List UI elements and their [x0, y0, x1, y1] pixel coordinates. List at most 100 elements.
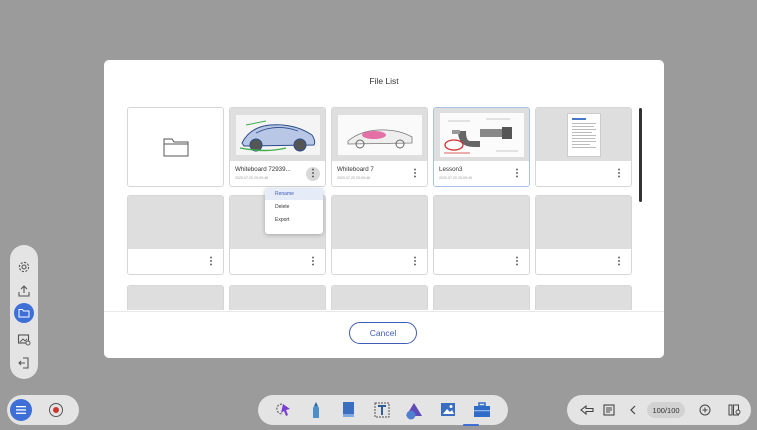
- preview-icon: [728, 404, 741, 416]
- file-thumbnail: [434, 196, 529, 249]
- more-options-button[interactable]: ⋮: [408, 167, 422, 181]
- file-thumbnail: [536, 196, 631, 249]
- file-name: Whiteboard 72939...: [235, 166, 291, 173]
- file-info: ⋮: [128, 249, 223, 274]
- file-info: ⋮: [536, 249, 631, 274]
- image-insert-icon: [441, 403, 455, 416]
- more-options-button[interactable]: ⋮: [612, 167, 626, 181]
- menu-item-rename[interactable]: Rename: [265, 188, 323, 200]
- file-tile[interactable]: ⋮: [535, 195, 632, 275]
- folder-tile[interactable]: [127, 107, 224, 187]
- previous-page-button[interactable]: [623, 400, 643, 420]
- eraser-tool[interactable]: [336, 399, 360, 421]
- file-thumbnail: [332, 286, 427, 310]
- back-arrow-icon: [580, 404, 594, 416]
- file-info: Lesson3 2020.07.20 20:09:45 ⋮: [434, 161, 529, 186]
- file-tile[interactable]: [229, 285, 326, 310]
- drawing-toolbar: [258, 395, 508, 425]
- file-tile[interactable]: ⋮: [127, 195, 224, 275]
- document-thumbnail: [566, 112, 601, 157]
- more-options-button[interactable]: ⋮: [510, 255, 524, 269]
- file-thumbnail: [230, 108, 325, 161]
- file-context-menu: Rename Delete Export: [265, 188, 323, 234]
- lasso-icon: [276, 403, 290, 416]
- image-settings-button[interactable]: [14, 329, 34, 349]
- file-grid: Whiteboard 72939... 2020.07.20 20:09:48 …: [126, 106, 636, 310]
- shapes-icon: [406, 403, 422, 420]
- file-thumbnail: [128, 286, 223, 310]
- add-page-button[interactable]: [695, 400, 715, 420]
- file-tile[interactable]: Whiteboard 72939... 2020.07.20 20:09:48 …: [229, 107, 326, 187]
- dialog-title: File List: [369, 76, 399, 86]
- file-info: ⋮: [434, 249, 529, 274]
- text-tool[interactable]: [370, 399, 394, 421]
- file-tile[interactable]: Whiteboard 7 2020.07.20 20:09:46 ⋮: [331, 107, 428, 187]
- file-tile[interactable]: ⋮: [535, 107, 632, 187]
- more-options-button[interactable]: ⋮: [204, 255, 218, 269]
- file-name: Lesson3: [439, 166, 463, 173]
- file-info: ⋮: [536, 161, 631, 186]
- menu-icon: [16, 406, 26, 414]
- folder-thumb: [128, 108, 223, 186]
- file-thumbnail: [434, 286, 529, 310]
- active-tool-indicator: [463, 424, 479, 426]
- record-button[interactable]: [49, 403, 63, 417]
- file-list-button[interactable]: [14, 303, 34, 323]
- settings-button[interactable]: [14, 257, 34, 277]
- file-thumbnail: [536, 286, 631, 310]
- file-tile[interactable]: Lesson3 2020.07.20 20:09:45 ⋮: [433, 107, 530, 187]
- preview-button[interactable]: [725, 400, 745, 420]
- page-navigation: 100/100: [567, 395, 751, 425]
- toolbox-icon: [474, 402, 490, 417]
- more-options-button[interactable]: ⋮: [612, 255, 626, 269]
- text-icon: [374, 402, 390, 418]
- eraser-icon: [343, 402, 354, 417]
- bottom-left-controls: [7, 395, 79, 425]
- cancel-button[interactable]: Cancel: [349, 322, 417, 344]
- pen-tool[interactable]: [304, 399, 328, 421]
- toolbox-tool[interactable]: [470, 399, 494, 421]
- menu-item-delete[interactable]: Delete: [265, 201, 323, 213]
- main-menu-button[interactable]: [10, 399, 32, 421]
- pen-icon: [313, 402, 319, 418]
- file-info: Whiteboard 7 2020.07.20 20:09:46 ⋮: [332, 161, 427, 186]
- shape-tool[interactable]: [402, 399, 426, 421]
- file-date: 2020.07.20 20:09:48: [235, 176, 268, 180]
- file-name: Whiteboard 7: [337, 166, 374, 173]
- file-thumbnail: [536, 108, 631, 161]
- file-info: ⋮: [332, 249, 427, 274]
- car-drawing-thumbnail: [337, 114, 422, 155]
- file-thumbnail: [434, 108, 529, 161]
- car-sketch-thumbnail: [235, 114, 320, 155]
- folder-icon: [18, 309, 30, 318]
- exit-icon: [18, 357, 29, 369]
- file-tile[interactable]: ⋮: [433, 195, 530, 275]
- undo-button[interactable]: [577, 400, 597, 420]
- file-list-scrollbar[interactable]: [639, 108, 642, 202]
- dialog-divider: [104, 311, 664, 312]
- upload-button[interactable]: [14, 281, 34, 301]
- file-tile[interactable]: [535, 285, 632, 310]
- record-icon: [53, 407, 59, 413]
- file-tile[interactable]: [433, 285, 530, 310]
- chevron-left-icon: [630, 405, 636, 415]
- file-date: 2020.07.20 20:09:46: [337, 176, 370, 180]
- file-tile[interactable]: [331, 285, 428, 310]
- file-tile[interactable]: [127, 285, 224, 310]
- page-list-button[interactable]: [599, 400, 619, 420]
- exit-button[interactable]: [14, 353, 34, 373]
- more-options-button[interactable]: ⋮: [306, 255, 320, 269]
- insert-image-tool[interactable]: [436, 399, 460, 421]
- file-thumbnail: [230, 286, 325, 310]
- upload-icon: [18, 285, 30, 297]
- page-list-icon: [603, 404, 615, 416]
- more-options-button[interactable]: ⋮: [408, 255, 422, 269]
- micrometer-diagram-thumbnail: [439, 112, 524, 157]
- more-options-button[interactable]: ⋮: [306, 167, 320, 181]
- menu-item-export[interactable]: Export: [265, 214, 323, 226]
- plus-circle-icon: [699, 404, 711, 416]
- file-date: 2020.07.20 20:09:45: [439, 176, 472, 180]
- lasso-tool[interactable]: [272, 399, 296, 421]
- more-options-button[interactable]: ⋮: [510, 167, 524, 181]
- file-tile[interactable]: ⋮: [331, 195, 428, 275]
